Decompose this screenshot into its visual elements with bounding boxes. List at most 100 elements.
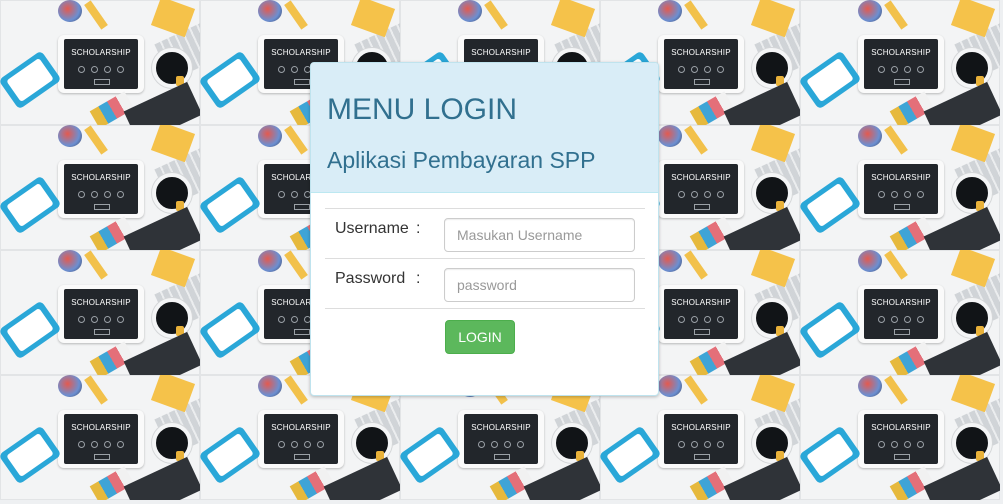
ruler-graphic bbox=[484, 0, 508, 30]
form-divider-row bbox=[325, 308, 645, 311]
tablet-button-graphic bbox=[694, 204, 710, 210]
yarn-ball-graphic bbox=[658, 125, 682, 147]
phone-graphic bbox=[800, 175, 862, 235]
tablet-screen: SCHOLARSHIP bbox=[864, 39, 938, 89]
tablet-screen-label: SCHOLARSHIP bbox=[671, 423, 731, 432]
tablet-button-graphic bbox=[294, 204, 310, 210]
password-input[interactable] bbox=[444, 268, 635, 302]
background-tile: SCHOLARSHIP bbox=[0, 125, 200, 250]
ruler-graphic bbox=[284, 125, 308, 155]
yarn-ball-graphic bbox=[258, 125, 282, 147]
ruler-graphic bbox=[284, 375, 308, 405]
ruler-graphic bbox=[684, 125, 708, 155]
password-label-cell: Password bbox=[325, 258, 416, 309]
form-divider bbox=[325, 308, 645, 311]
yarn-ball-graphic bbox=[258, 375, 282, 397]
tablet-button-graphic bbox=[94, 204, 110, 210]
tablet-screen-label: SCHOLARSHIP bbox=[871, 173, 931, 182]
tablet-screen-label: SCHOLARSHIP bbox=[871, 298, 931, 307]
tablet-graphic: SCHOLARSHIP bbox=[858, 160, 944, 218]
background-tile: SCHOLARSHIP bbox=[0, 375, 200, 500]
tablet-button-graphic bbox=[894, 204, 910, 210]
tablet-icons bbox=[78, 191, 124, 199]
tablet-icons bbox=[678, 66, 724, 74]
tablet-icons bbox=[878, 316, 924, 324]
tablet-button-graphic bbox=[94, 329, 110, 335]
tablet-screen: SCHOLARSHIP bbox=[64, 414, 138, 464]
tablet-screen: SCHOLARSHIP bbox=[664, 289, 738, 339]
tablet-screen-label: SCHOLARSHIP bbox=[671, 48, 731, 57]
yarn-ball-graphic bbox=[658, 0, 682, 22]
ruler-graphic bbox=[84, 250, 108, 280]
phone-graphic bbox=[200, 425, 262, 485]
login-button[interactable]: LOGIN bbox=[445, 320, 515, 354]
yarn-ball-graphic bbox=[58, 250, 82, 272]
tablet-screen-label: SCHOLARSHIP bbox=[271, 48, 331, 57]
tablet-icons bbox=[878, 441, 924, 449]
yarn-ball-graphic bbox=[858, 375, 882, 397]
yarn-ball-graphic bbox=[58, 125, 82, 147]
tablet-screen-label: SCHOLARSHIP bbox=[871, 48, 931, 57]
tablet-screen-label: SCHOLARSHIP bbox=[271, 423, 331, 432]
phone-graphic bbox=[0, 300, 62, 360]
username-input[interactable] bbox=[444, 218, 635, 252]
tablet-screen-label: SCHOLARSHIP bbox=[671, 173, 731, 182]
tablet-screen: SCHOLARSHIP bbox=[664, 164, 738, 214]
tablet-button-graphic bbox=[894, 329, 910, 335]
tablet-icons bbox=[478, 441, 524, 449]
ruler-graphic bbox=[884, 375, 908, 405]
ruler-graphic bbox=[684, 0, 708, 30]
username-label: Username bbox=[335, 220, 409, 237]
tablet-graphic: SCHOLARSHIP bbox=[658, 285, 744, 343]
tablet-screen-label: SCHOLARSHIP bbox=[471, 423, 531, 432]
tablet-graphic: SCHOLARSHIP bbox=[858, 285, 944, 343]
username-input-cell bbox=[444, 208, 645, 259]
yarn-ball-graphic bbox=[858, 125, 882, 147]
password-colon-cell: : bbox=[416, 258, 444, 309]
tablet-button-graphic bbox=[294, 329, 310, 335]
login-panel-heading: MENU LOGIN Aplikasi Pembayaran SPP bbox=[311, 63, 658, 193]
tablet-screen-label: SCHOLARSHIP bbox=[71, 48, 131, 57]
tablet-screen-label: SCHOLARSHIP bbox=[671, 298, 731, 307]
ruler-graphic bbox=[84, 375, 108, 405]
ruler-graphic bbox=[884, 250, 908, 280]
tablet-screen-label: SCHOLARSHIP bbox=[71, 173, 131, 182]
ruler-graphic bbox=[284, 0, 308, 30]
username-row: Username : bbox=[325, 208, 645, 259]
login-panel: MENU LOGIN Aplikasi Pembayaran SPP Usern… bbox=[310, 62, 659, 396]
yarn-ball-graphic bbox=[858, 250, 882, 272]
tablet-screen: SCHOLARSHIP bbox=[664, 39, 738, 89]
yarn-ball-graphic bbox=[58, 375, 82, 397]
password-input-cell bbox=[444, 258, 645, 309]
username-label-cell: Username bbox=[325, 208, 416, 259]
tablet-icons bbox=[878, 191, 924, 199]
tablet-button-graphic bbox=[94, 79, 110, 85]
password-row: Password : bbox=[325, 258, 645, 309]
tablet-screen: SCHOLARSHIP bbox=[64, 289, 138, 339]
ruler-graphic bbox=[684, 250, 708, 280]
yarn-ball-graphic bbox=[858, 0, 882, 22]
ruler-graphic bbox=[84, 125, 108, 155]
tablet-screen: SCHOLARSHIP bbox=[264, 414, 338, 464]
tablet-screen: SCHOLARSHIP bbox=[64, 164, 138, 214]
tablet-graphic: SCHOLARSHIP bbox=[258, 410, 344, 468]
tablet-graphic: SCHOLARSHIP bbox=[658, 160, 744, 218]
login-form-table: Username : Password : bbox=[325, 208, 645, 311]
tablet-icons bbox=[678, 191, 724, 199]
tablet-button-graphic bbox=[694, 79, 710, 85]
password-colon: : bbox=[416, 270, 421, 287]
phone-graphic bbox=[400, 425, 462, 485]
background-tile: SCHOLARSHIP bbox=[800, 375, 1000, 500]
username-colon: : bbox=[416, 220, 421, 237]
tablet-icons bbox=[78, 441, 124, 449]
tablet-screen: SCHOLARSHIP bbox=[64, 39, 138, 89]
tablet-button-graphic bbox=[694, 329, 710, 335]
tablet-graphic: SCHOLARSHIP bbox=[58, 410, 144, 468]
tablet-icons bbox=[78, 316, 124, 324]
tablet-screen: SCHOLARSHIP bbox=[464, 414, 538, 464]
tablet-button-graphic bbox=[894, 79, 910, 85]
tablet-graphic: SCHOLARSHIP bbox=[458, 410, 544, 468]
yarn-ball-graphic bbox=[458, 0, 482, 22]
tablet-screen-label: SCHOLARSHIP bbox=[71, 298, 131, 307]
yarn-ball-graphic bbox=[258, 250, 282, 272]
